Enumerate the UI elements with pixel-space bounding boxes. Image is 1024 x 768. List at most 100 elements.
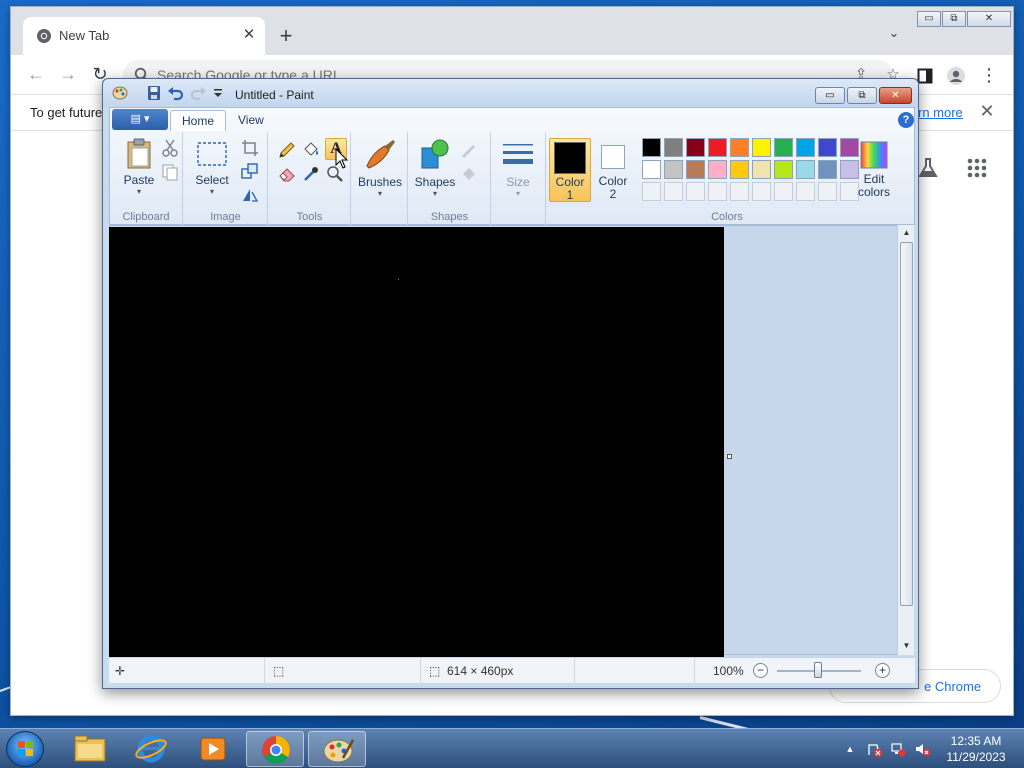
brushes-dropdown-icon: ▾ [377,189,382,198]
palette-swatch[interactable] [730,160,749,179]
taskbar-media-player[interactable] [184,731,242,767]
tab-search-icon[interactable]: ⌄ [883,25,905,47]
palette-swatch-empty[interactable] [752,182,771,201]
palette-swatch[interactable] [774,138,793,157]
google-apps-icon[interactable] [966,157,988,179]
scrollbar-thumb[interactable] [900,242,913,606]
clipboard-group: Paste ▾ Clipboard [110,132,183,225]
taskbar-paint[interactable] [308,731,366,767]
edit-colors-label: Edit [863,172,885,186]
fill-bucket-icon[interactable] [301,140,321,160]
size-button[interactable]: Size ▾ [496,138,540,198]
action-center-icon[interactable] [866,741,882,757]
color2-button[interactable]: Color 2 [592,138,634,202]
show-hidden-icons[interactable]: ▲ [842,741,858,757]
profile-avatar[interactable] [944,64,968,88]
palette-swatch[interactable] [818,138,837,157]
brushes-button[interactable]: Brushes ▾ [356,138,404,198]
eraser-icon[interactable] [277,164,297,184]
ribbon: ▤ ▾ Home View ? Paste ▾ Clipboard Select… [109,107,915,225]
chrome-menu-icon[interactable]: ⋮ [977,64,1001,88]
palette-swatch[interactable] [708,138,727,157]
palette-swatch[interactable] [686,138,705,157]
undo-icon[interactable] [167,85,185,101]
save-icon[interactable] [145,85,163,101]
infobar-learn-more-link[interactable]: rn more [918,105,963,120]
paint-app-menu-button[interactable]: ▤ ▾ [112,109,168,130]
palette-swatch-empty[interactable] [664,182,683,201]
close-button[interactable]: ✕ [967,11,1011,27]
palette-swatch-empty[interactable] [774,182,793,201]
forward-icon[interactable]: → [56,63,80,87]
palette-swatch[interactable] [642,138,661,157]
palette-swatch-empty[interactable] [796,182,815,201]
taskbar-internet-explorer[interactable] [122,731,180,767]
crop-icon[interactable] [240,138,260,158]
paint-maximize-button[interactable]: ⧉ [847,87,877,104]
select-button[interactable]: Select ▾ [190,138,234,196]
volume-muted-icon[interactable] [914,741,930,757]
new-tab-button[interactable]: + [273,24,299,50]
back-icon[interactable]: ← [24,63,48,87]
resize-icon[interactable] [240,161,260,181]
vertical-scrollbar[interactable]: ▲ ▼ [897,225,914,655]
palette-swatch-empty[interactable] [642,182,661,201]
taskbar-file-explorer[interactable] [60,731,118,767]
scroll-up-icon[interactable]: ▲ [898,225,915,241]
palette-swatch[interactable] [752,138,771,157]
palette-swatch[interactable] [752,160,771,179]
paint-titlebar[interactable]: Untitled - Paint ▭ ⧉ ✕ [103,79,918,107]
cut-icon[interactable] [160,138,180,158]
canvas-resize-handle-right[interactable] [727,454,732,459]
palette-swatch[interactable] [730,138,749,157]
palette-swatch[interactable] [664,160,683,179]
tab-close-icon[interactable]: ✕ [239,25,259,45]
restore-button[interactable]: ⧉ [942,11,966,27]
palette-swatch-empty[interactable] [686,182,705,201]
edit-colors-button[interactable]: Edit colors [851,138,897,202]
minimize-button[interactable]: ▭ [917,11,941,27]
pencil-icon[interactable] [277,140,297,160]
color2-chip [601,145,625,169]
status-selection-section: ⬚ [265,658,421,684]
palette-swatch[interactable] [796,160,815,179]
palette-swatch[interactable] [708,160,727,179]
paint-minimize-button[interactable]: ▭ [815,87,845,104]
scroll-down-icon[interactable]: ▼ [898,638,915,654]
rotate-icon[interactable] [240,184,260,204]
color1-button[interactable]: Color 1 [549,138,591,202]
palette-swatch[interactable] [818,160,837,179]
tab-home[interactable]: Home [170,110,227,131]
palette-swatch-empty[interactable] [708,182,727,201]
zoom-out-button[interactable]: − [753,663,768,678]
paint-close-button[interactable]: ✕ [879,87,912,104]
color-picker-icon[interactable] [301,164,321,184]
tab-new-tab[interactable]: New Tab ✕ [23,17,265,55]
palette-swatch[interactable] [796,138,815,157]
zoom-in-button[interactable]: + [875,663,890,678]
palette-swatch[interactable] [664,138,683,157]
network-icon[interactable] [890,741,906,757]
palette-swatch-empty[interactable] [730,182,749,201]
fill-icon[interactable] [459,164,479,184]
drawing-canvas[interactable] [109,227,724,657]
palette-swatch[interactable] [686,160,705,179]
zoom-slider-thumb[interactable] [814,662,822,678]
customize-quick-access-icon[interactable] [209,85,227,101]
palette-swatch[interactable] [774,160,793,179]
paste-button[interactable]: Paste ▾ [117,138,161,196]
infobar-close-icon[interactable]: ✕ [977,101,997,123]
start-button[interactable] [6,731,44,767]
redo-icon[interactable] [189,85,207,101]
palette-swatch[interactable] [642,160,661,179]
help-icon[interactable]: ? [898,112,914,128]
tab-view[interactable]: View [227,110,275,131]
palette-swatch-empty[interactable] [818,182,837,201]
color1-chip [554,142,586,174]
outline-icon[interactable] [459,140,479,160]
taskbar-chrome[interactable] [246,731,304,767]
copy-icon[interactable] [160,162,180,182]
labs-flask-icon[interactable] [917,157,939,179]
shapes-button[interactable]: Shapes ▾ [413,138,457,198]
system-clock[interactable]: 12:35 AM 11/29/2023 [938,733,1014,765]
